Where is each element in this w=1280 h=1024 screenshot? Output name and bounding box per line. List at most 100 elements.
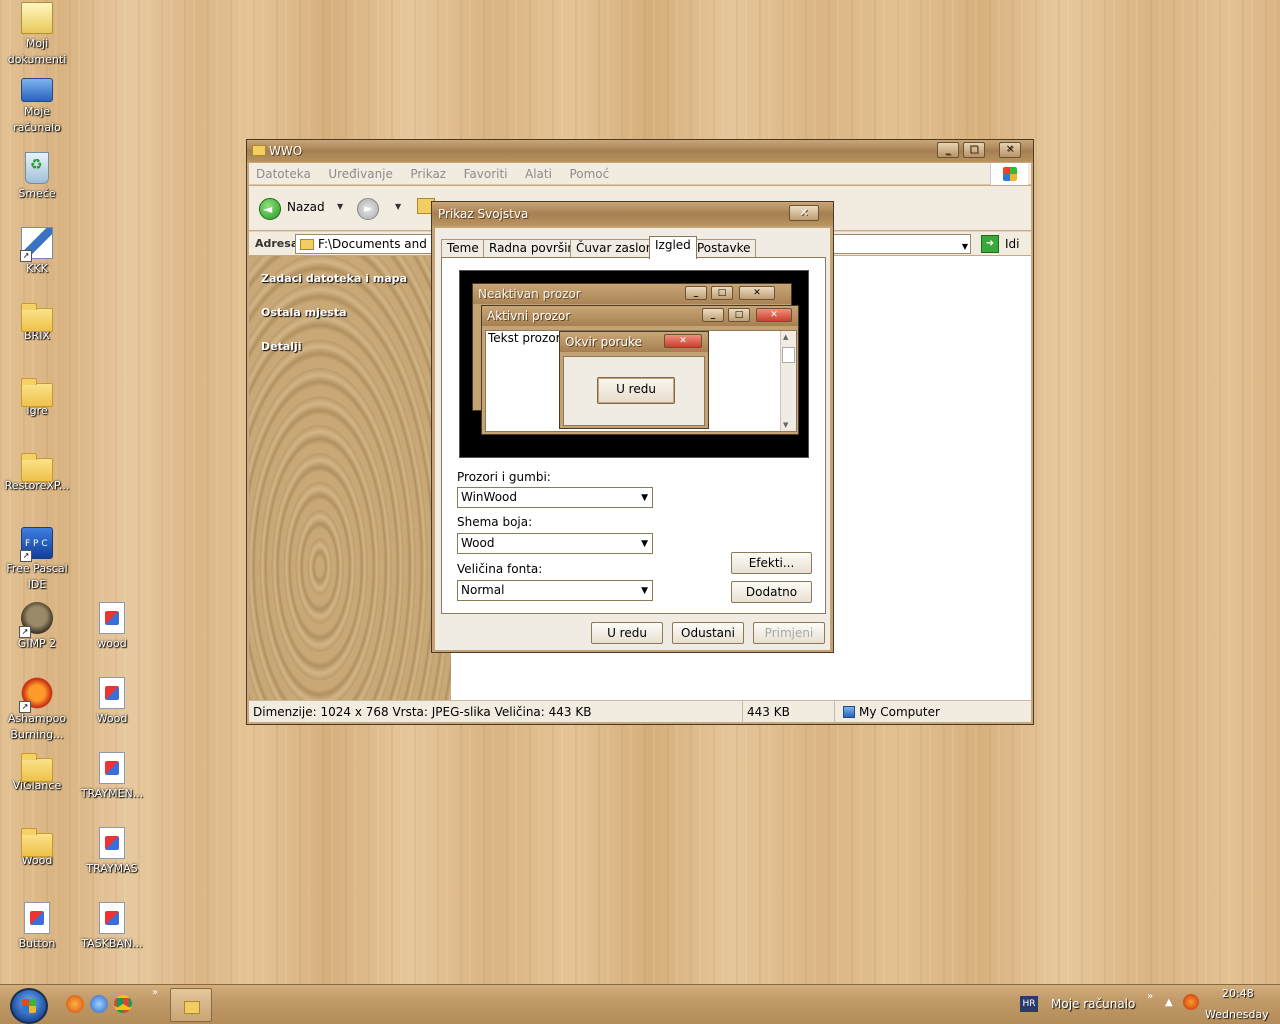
windows-buttons-select[interactable]: WinWood ▼ <box>457 487 653 508</box>
font-size-label: Veličina fonta: <box>457 562 543 576</box>
menu-prikaz[interactable]: Prikaz <box>403 163 453 185</box>
menu-pomoc[interactable]: Pomoć <box>562 163 616 185</box>
desktop-icon-button[interactable]: Button <box>0 902 74 952</box>
task-group-label: Ostala mjesta <box>261 306 347 319</box>
desktop-icon-wood-folder[interactable]: Wood <box>0 827 74 869</box>
desktop-icon-brix[interactable]: BRIX <box>0 302 74 344</box>
forward-dropdown-icon[interactable]: ▼ <box>395 202 401 211</box>
desktop-icon-wood-image[interactable]: wood <box>75 602 149 652</box>
image-file-icon <box>99 827 125 859</box>
color-scheme-select[interactable]: Wood ▼ <box>457 533 653 554</box>
tab-postavke[interactable]: Postavke <box>691 239 757 258</box>
preview-scrollbar: ▲ ▼ <box>780 331 796 431</box>
maximize-icon: □ <box>711 286 733 300</box>
cancel-button[interactable]: Odustani <box>672 622 744 644</box>
font-size-select[interactable]: Normal ▼ <box>457 580 653 601</box>
language-indicator[interactable]: HR <box>1020 996 1038 1012</box>
menu-alati[interactable]: Alati <box>518 163 559 185</box>
folder-icon <box>21 453 53 482</box>
preview-ok-button: U redu <box>597 377 675 404</box>
task-group-details[interactable]: Detalji ▼ <box>261 340 441 353</box>
firefox-icon[interactable] <box>66 995 84 1013</box>
task-group-label: Zadaci datoteka i mapa <box>261 272 407 285</box>
explorer-title: WWO <box>269 144 303 158</box>
chrome-icon[interactable] <box>114 995 132 1013</box>
folder-icon <box>21 378 53 407</box>
go-button-label[interactable]: Idi <box>1005 237 1020 251</box>
clock-time[interactable]: 20:48 <box>1222 987 1254 1000</box>
status-info: Dimenzije: 1024 x 768 Vrsta: JPEG-slika … <box>249 701 743 723</box>
chevron-down-icon[interactable]: ▼ <box>962 238 968 253</box>
back-button-label[interactable]: Nazad <box>287 200 325 214</box>
desktop-icon-label: wood <box>97 637 127 650</box>
explorer-titlebar[interactable]: WWO _ □ ✕ <box>247 140 1033 162</box>
desktop-icon-smece[interactable]: Smeće <box>0 152 74 202</box>
back-dropdown-icon[interactable]: ▼ <box>337 202 343 211</box>
close-icon: ✕ <box>664 334 702 348</box>
ashampoo-tray-icon[interactable] <box>1183 994 1199 1010</box>
desktop-icon-free-pascal[interactable]: Free Pascal IDE <box>0 527 74 593</box>
maximize-button[interactable]: □ <box>963 142 985 158</box>
desktop-icon-traymen[interactable]: TRAYMEN... <box>75 752 149 802</box>
task-group-other-places[interactable]: Ostala mjesta ▼ <box>261 306 441 319</box>
folder-icon <box>21 303 53 332</box>
menu-datoteka[interactable]: Datoteka <box>249 163 318 185</box>
desktop-icon-igre[interactable]: Igre <box>0 377 74 419</box>
internet-explorer-icon[interactable] <box>90 995 108 1013</box>
minimize-icon: _ <box>702 308 724 322</box>
computer-icon <box>843 706 855 718</box>
preview-window-text: Tekst prozora <box>488 331 568 345</box>
desktop-icon-taskban[interactable]: TASKBAN... <box>75 902 149 952</box>
tray-toolbar-label[interactable]: Moje računalo <box>1051 997 1135 1011</box>
close-button[interactable]: ✕ <box>999 142 1021 158</box>
image-file-icon <box>24 902 50 934</box>
fpc-icon <box>20 527 53 562</box>
go-arrow-icon[interactable]: ➜ <box>981 235 999 253</box>
dialog-body: Teme Radna površina Čuvar zaslona Izgled… <box>435 228 830 650</box>
forward-icon[interactable] <box>357 198 379 220</box>
apply-button[interactable]: Primjeni <box>753 622 825 644</box>
desktop-icon-restorexp[interactable]: RestoreXP... <box>0 452 74 494</box>
quicklaunch-more-icon[interactable]: » <box>152 987 158 998</box>
desktop-icon-kkk[interactable]: KKK <box>0 227 74 277</box>
chevron-down-icon[interactable]: ▼ <box>641 582 648 601</box>
taskbar-item-explorer[interactable] <box>170 988 212 1022</box>
desktop-icon-label: Ashampoo Burning... <box>7 712 67 741</box>
dialog-titlebar[interactable]: Prikaz Svojstva ✕ <box>432 202 833 226</box>
computer-icon <box>21 78 53 102</box>
start-button[interactable] <box>10 988 48 1024</box>
folder-icon <box>252 145 266 156</box>
desktop-icon-traymas[interactable]: TRAYMAS <box>75 827 149 877</box>
scroll-thumb <box>782 347 795 363</box>
menu-uredivanje[interactable]: Uređivanje <box>321 163 400 185</box>
task-group-label: Detalji <box>261 340 302 353</box>
task-group-files[interactable]: Zadaci datoteka i mapa ▼ <box>261 272 441 285</box>
effects-button[interactable]: Efekti... <box>731 552 812 574</box>
ok-button[interactable]: U redu <box>591 622 663 644</box>
advanced-button[interactable]: Dodatno <box>731 581 812 603</box>
close-icon: ✕ <box>739 286 775 300</box>
tab-izgled[interactable]: Izgled <box>649 236 697 259</box>
close-button[interactable]: ✕ <box>789 205 819 221</box>
desktop-icon-moji-dokumenti[interactable]: Moji dokumenti <box>0 2 74 68</box>
desktop-icon-ashampoo[interactable]: Ashampoo Burning... <box>0 677 74 743</box>
address-label: Adresa <box>255 237 299 250</box>
desktop-icon-gimp[interactable]: GIMP 2 <box>0 602 74 652</box>
tray-more-icon[interactable]: » <box>1147 991 1153 1002</box>
kkk-app-icon <box>20 227 53 262</box>
menu-favoriti[interactable]: Favoriti <box>457 163 515 185</box>
status-zone-label: My Computer <box>859 705 940 719</box>
chevron-down-icon[interactable]: ▼ <box>641 535 648 554</box>
minimize-button[interactable]: _ <box>937 142 959 158</box>
desktop-icon-moje-racunalo[interactable]: Moje računalo <box>0 78 74 136</box>
chevron-down-icon[interactable]: ▼ <box>641 489 648 508</box>
status-zone: My Computer <box>835 701 1025 723</box>
tray-expand-icon[interactable]: ▲ <box>1165 997 1173 1008</box>
desktop-icon-wood-image-2[interactable]: Wood <box>75 677 149 727</box>
color-scheme-value: Wood <box>461 536 495 550</box>
back-icon[interactable] <box>259 198 281 220</box>
desktop-icon-label: TRAYMEN... <box>80 787 144 800</box>
tab-teme[interactable]: Teme <box>441 239 485 258</box>
desktop-icon-viglance[interactable]: ViGlance <box>0 752 74 794</box>
desktop-icon-label: Wood <box>96 712 128 725</box>
